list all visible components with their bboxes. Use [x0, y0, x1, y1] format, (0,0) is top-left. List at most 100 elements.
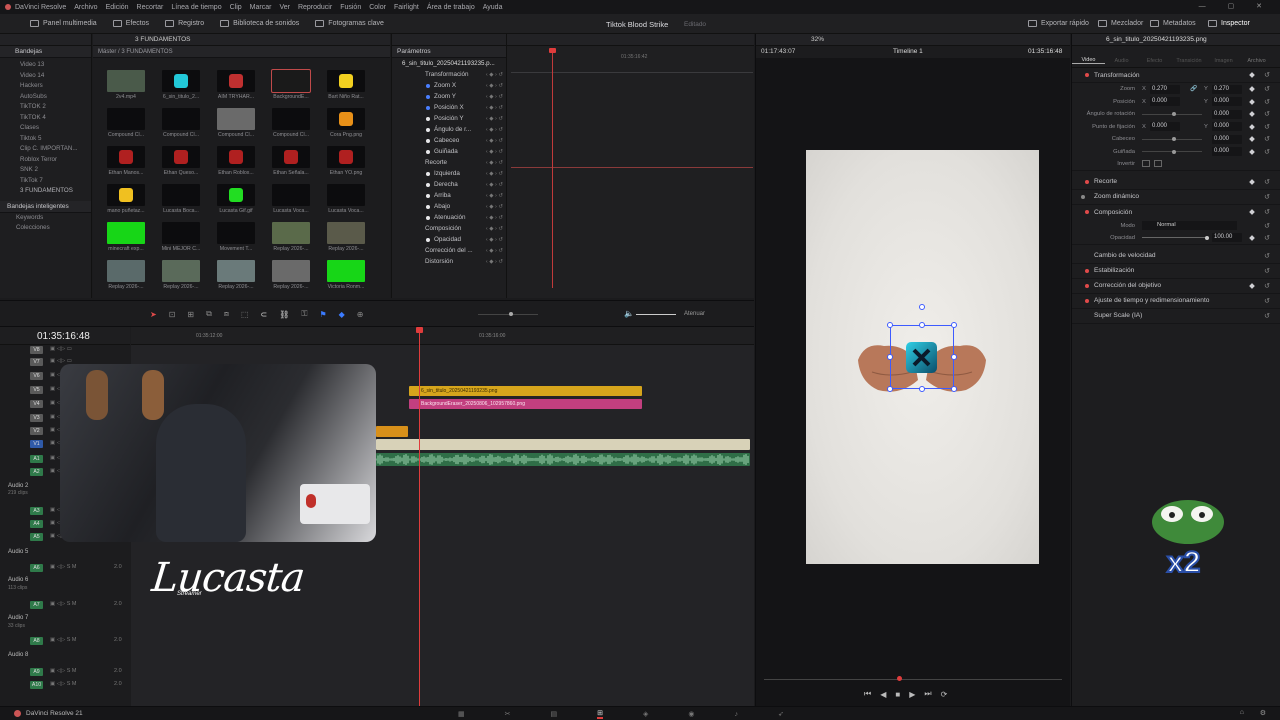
attenuate-button[interactable]: Atenuar [684, 311, 705, 317]
param-controls-icon[interactable]: ‹ ◆ › ↺ [486, 127, 503, 133]
track-controls-icon[interactable]: ▣ ◁▷ S M [50, 668, 77, 674]
clip-thumbnail[interactable] [327, 108, 365, 130]
track-label[interactable]: A4 [30, 520, 43, 528]
clip-thumbnail[interactable] [327, 222, 365, 244]
section-speed[interactable]: Cambio de velocidad ↺ [1072, 249, 1280, 264]
clip-thumbnail[interactable] [272, 260, 310, 282]
bin-item[interactable]: Video 13 [0, 60, 91, 71]
section-composite[interactable]: Composición ↺ [1072, 205, 1280, 220]
bin-item[interactable]: Video 14 [0, 71, 91, 82]
track-label[interactable]: V8 [30, 346, 43, 354]
bin-item[interactable]: Hackers [0, 81, 91, 92]
param-controls-icon[interactable]: ‹ ◆ › ↺ [486, 94, 503, 100]
transform-handle[interactable] [887, 322, 893, 328]
track-label[interactable]: V7 [30, 358, 43, 366]
clip-v1[interactable] [376, 439, 750, 450]
opacity-field[interactable]: 100.00 [1212, 233, 1242, 243]
clip-thumbnail[interactable] [162, 222, 200, 244]
param-row[interactable]: Distorsión ‹ ◆ › ↺ [392, 256, 506, 267]
param-row[interactable]: Ángulo de r... ‹ ◆ › ↺ [392, 124, 506, 135]
page-deliver-icon[interactable]: ➶ [778, 710, 784, 718]
viewer-canvas[interactable] [806, 150, 1039, 564]
pos-x-field[interactable]: 0.000 [1150, 97, 1180, 107]
param-controls-icon[interactable]: ‹ ◆ › ↺ [486, 204, 503, 210]
select-tool-icon[interactable]: ➤ [150, 310, 157, 319]
param-row[interactable]: Derecha ‹ ◆ › ↺ [392, 179, 506, 190]
param-controls-icon[interactable]: ‹ ◆ › ↺ [486, 83, 503, 89]
clip-thumbnail[interactable] [327, 146, 365, 168]
zoom-icon[interactable]: ⊕ [357, 310, 364, 319]
timeline-zoom-slider[interactable] [509, 312, 513, 316]
transform-handle[interactable] [887, 386, 893, 392]
clip-thumbnail[interactable] [327, 184, 365, 206]
track-controls-icon[interactable]: ▣ ◁▷ ▭ [50, 346, 72, 352]
param-row[interactable]: Posición X ‹ ◆ › ↺ [392, 102, 506, 113]
zoom-y-field[interactable]: 0.270 [1212, 84, 1242, 94]
clip-thumbnail[interactable] [107, 260, 145, 282]
param-row[interactable]: Abajo ‹ ◆ › ↺ [392, 201, 506, 212]
section-lens[interactable]: Corrección del objetivo ↺ [1072, 279, 1280, 294]
transform-box[interactable] [890, 325, 954, 389]
transform-handle[interactable] [919, 322, 925, 328]
param-row[interactable]: Atenuación ‹ ◆ › ↺ [392, 212, 506, 223]
rotation-field[interactable]: 0.000 [1212, 109, 1242, 119]
param-row[interactable]: Corrección del ... ‹ ◆ › ↺ [392, 245, 506, 256]
menu-reproducir[interactable]: Reproducir [298, 4, 332, 11]
bin-item-selected[interactable]: 3 FUNDAMENTOS [0, 186, 91, 197]
param-controls-icon[interactable]: ‹ ◆ › ↺ [486, 182, 503, 188]
menu-fairlight[interactable]: Fairlight [394, 4, 419, 11]
param-controls-icon[interactable]: ‹ ◆ › ↺ [486, 105, 503, 111]
track-label[interactable]: V2 [30, 427, 43, 435]
flip-v-icon[interactable] [1154, 160, 1162, 168]
page-edit-icon[interactable]: ▤ [551, 710, 558, 718]
clip-v5[interactable]: 6_sin_titulo_20250421193235.png [409, 386, 642, 396]
page-color-icon[interactable]: ◉ [688, 710, 694, 718]
page-fairlight-icon[interactable]: ♪ [735, 711, 739, 718]
menu-fusion[interactable]: Fusión [340, 4, 361, 11]
flag-icon[interactable]: ⚑ [319, 310, 326, 319]
transform-handle[interactable] [951, 386, 957, 392]
clip-thumbnail[interactable] [217, 184, 255, 206]
blade-tool-icon[interactable]: ⊞ [187, 310, 194, 319]
timeline-playhead[interactable] [419, 327, 420, 706]
track-label[interactable]: V1 [30, 440, 43, 448]
clip-thumbnail[interactable] [162, 108, 200, 130]
page-cut-icon[interactable]: ✂ [505, 710, 511, 718]
param-controls-icon[interactable]: ‹ ◆ › ↺ [486, 72, 503, 78]
clip-thumbnail[interactable] [272, 108, 310, 130]
tab-effect[interactable]: Efecto [1138, 50, 1171, 64]
link-clips-icon[interactable]: ⛓ [279, 310, 289, 319]
track-label[interactable]: A10 [30, 681, 43, 689]
clip-thumbnail[interactable] [162, 260, 200, 282]
track-label[interactable]: V5 [30, 386, 43, 394]
bin-item[interactable]: Clip C. IMPORTAN... [0, 144, 91, 155]
effects-button[interactable]: Efectos [105, 14, 157, 34]
bin-item[interactable]: Roblox Terror [0, 155, 91, 166]
stop-icon[interactable]: ■ [895, 690, 900, 699]
param-controls-icon[interactable]: ‹ ◆ › ↺ [486, 116, 503, 122]
clip-thumbnail[interactable] [327, 70, 365, 92]
tab-video[interactable]: Video [1072, 49, 1105, 64]
flip-h-icon[interactable] [1142, 160, 1150, 168]
section-dynamic-zoom[interactable]: Zoom dinámico ↺ [1072, 190, 1280, 205]
clip-thumbnail[interactable] [162, 184, 200, 206]
param-row[interactable]: Arriba ‹ ◆ › ↺ [392, 190, 506, 201]
param-controls-icon[interactable]: ‹ ◆ › ↺ [486, 259, 503, 265]
track-label[interactable]: A7 [30, 601, 43, 609]
section-stabilization[interactable]: Estabilización ↺ [1072, 264, 1280, 279]
clip-thumbnail[interactable] [217, 70, 255, 92]
marker-icon[interactable]: ◆ [339, 310, 345, 319]
viewer-zoom[interactable]: 32% [811, 36, 824, 43]
param-row[interactable]: Posición Y ‹ ◆ › ↺ [392, 113, 506, 124]
track-controls-icon[interactable]: ▣ ◁▷ S M [50, 601, 77, 607]
clip-thumbnail[interactable] [162, 70, 200, 92]
param-row[interactable]: Cabeceo ‹ ◆ › ↺ [392, 135, 506, 146]
param-controls-icon[interactable]: ‹ ◆ › ↺ [486, 215, 503, 221]
go-end-icon[interactable]: ⏭ [924, 689, 931, 699]
param-controls-icon[interactable]: ‹ ◆ › ↺ [486, 193, 503, 199]
clip-thumbnail[interactable] [107, 222, 145, 244]
clip-thumbnail[interactable] [162, 146, 200, 168]
transform-handle[interactable] [887, 354, 893, 360]
param-controls-icon[interactable]: ‹ ◆ › ↺ [486, 160, 503, 166]
track-label[interactable]: A5 [30, 533, 43, 541]
